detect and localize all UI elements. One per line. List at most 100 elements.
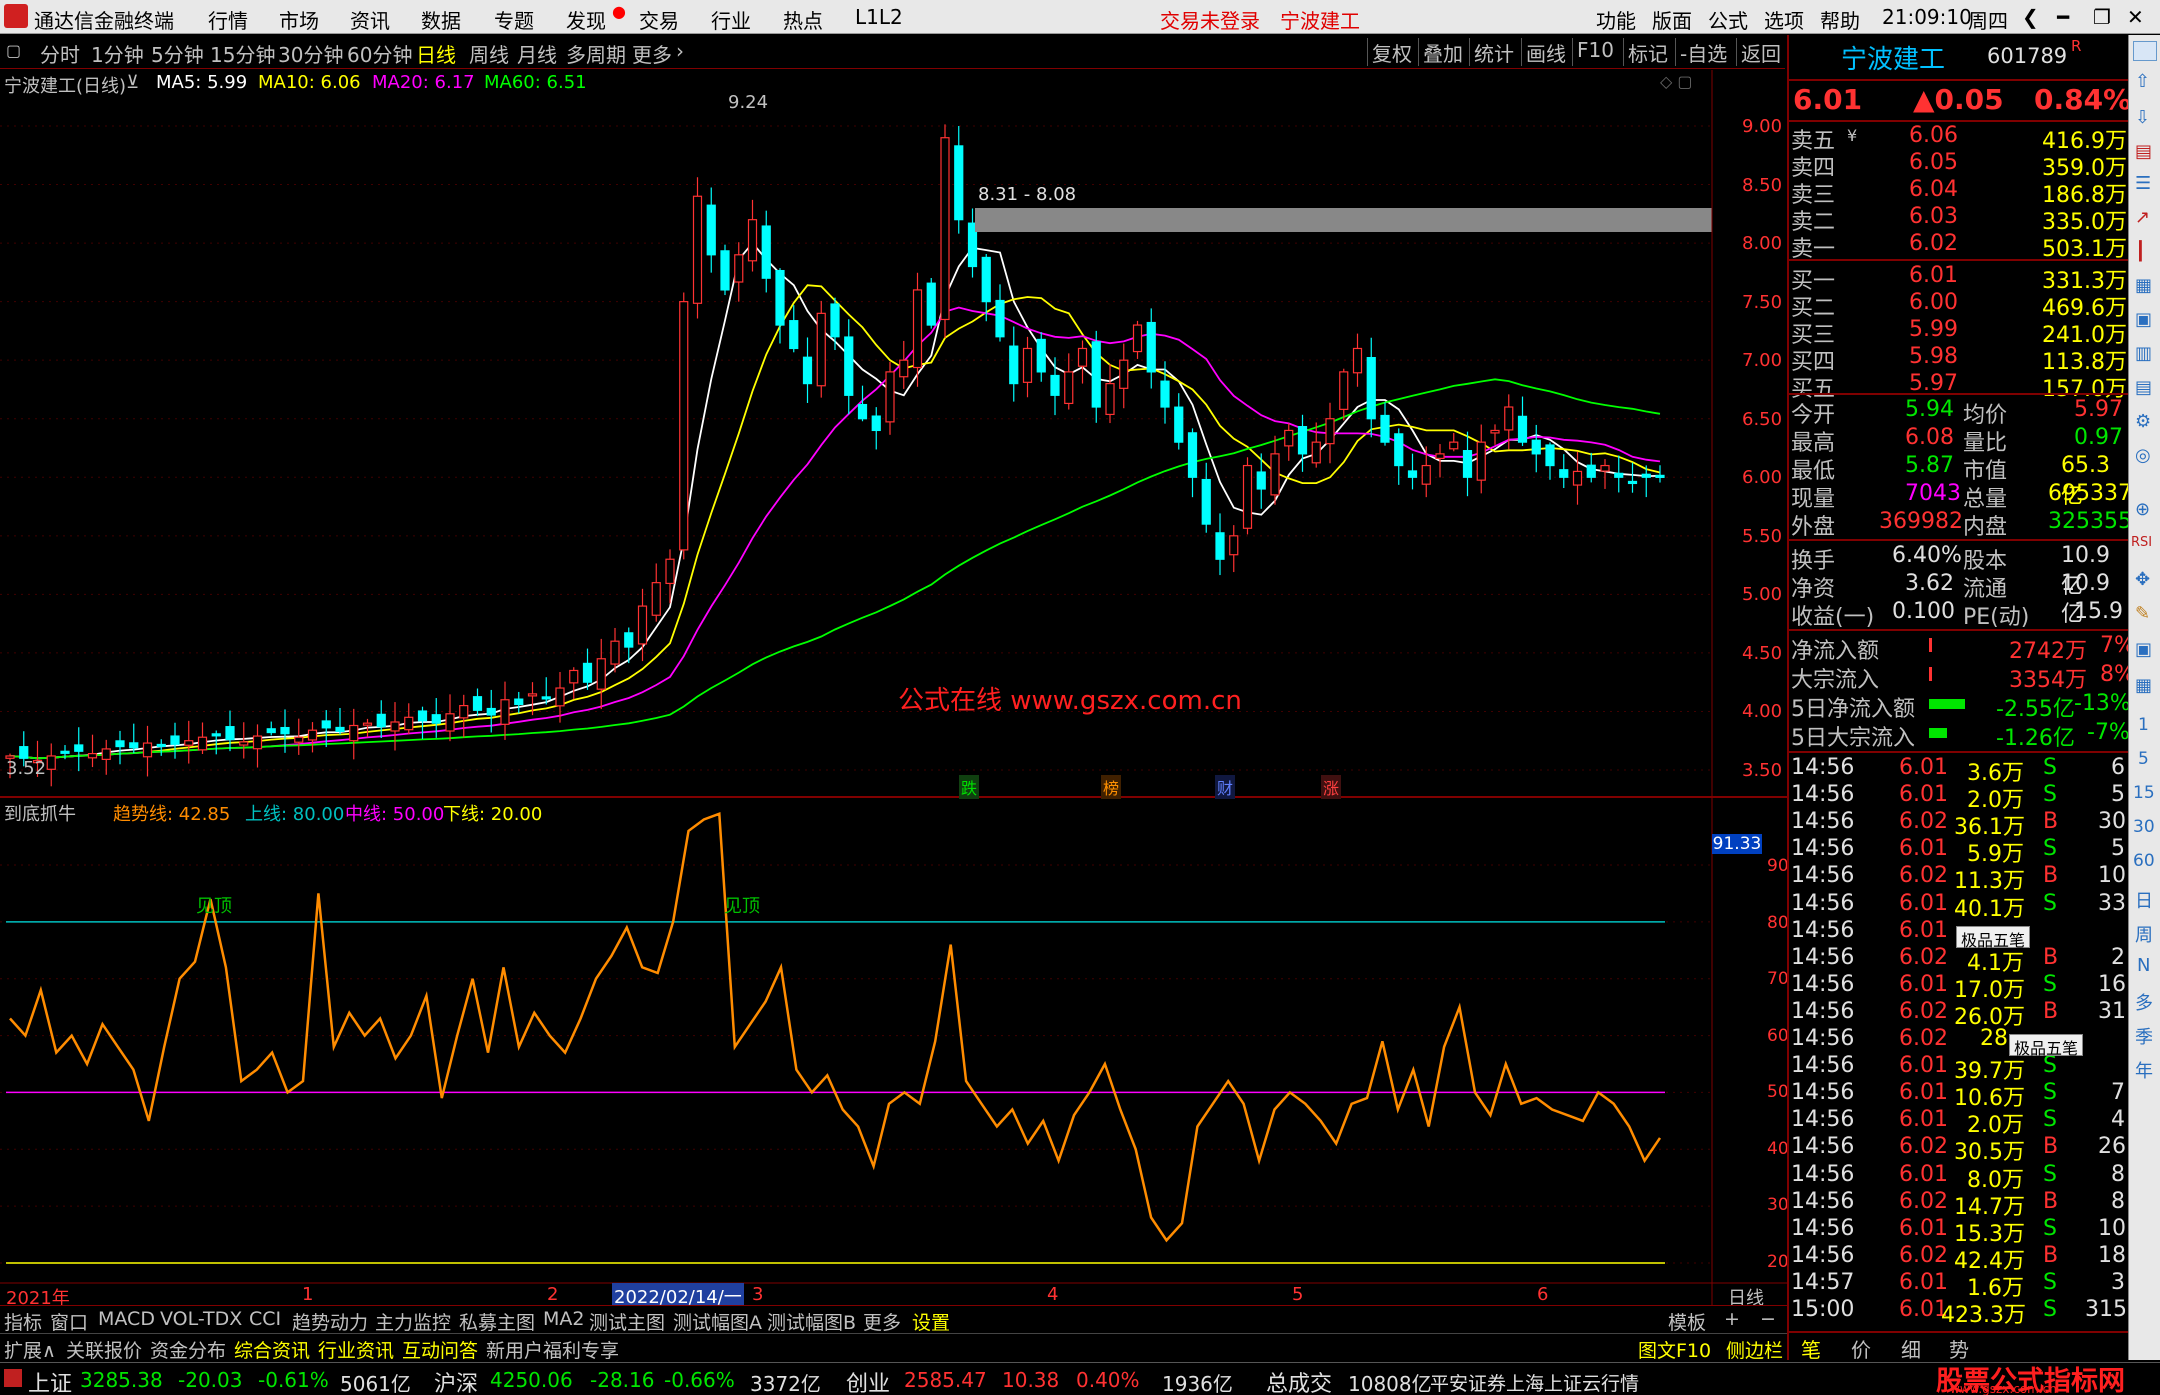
more-chevron-icon[interactable]: › bbox=[676, 39, 684, 63]
ask-row[interactable]: 卖三 6.04 186.8万 bbox=[1789, 177, 2129, 208]
bid-row[interactable]: 买一 6.01 331.3万 bbox=[1789, 263, 2129, 294]
tab-kuozhan[interactable]: 扩展∧ bbox=[4, 1336, 56, 1363]
ask-row[interactable]: 卖二 6.03 335.0万 bbox=[1789, 204, 2129, 235]
tab-zhulijiankong[interactable]: 主力监控 bbox=[375, 1308, 451, 1335]
side-grid-icon[interactable]: ▦ bbox=[2135, 675, 2152, 696]
tab-zonghezixun[interactable]: 综合资讯 bbox=[234, 1336, 310, 1363]
period-5min[interactable]: 5分钟 bbox=[151, 39, 204, 68]
template-button[interactable]: 模板 bbox=[1668, 1308, 1706, 1335]
side-rsi-icon[interactable]: RSI bbox=[2131, 535, 2152, 550]
side-1min[interactable]: 1 bbox=[2138, 715, 2149, 735]
side-news-icon[interactable]: ▥ bbox=[2135, 343, 2152, 364]
tab-hangyezixun[interactable]: 行业资讯 bbox=[318, 1336, 394, 1363]
side-kline-icon[interactable]: ┃ bbox=[2135, 241, 2146, 262]
period-multi[interactable]: 多周期 bbox=[566, 39, 626, 68]
menu-shichang[interactable]: 市场 bbox=[279, 5, 319, 34]
close-icon[interactable]: ✕ bbox=[2127, 5, 2144, 29]
tab-guanlianbaojia[interactable]: 关联报价 bbox=[66, 1336, 142, 1363]
menu-redian[interactable]: 热点 bbox=[783, 5, 823, 34]
btn-fanhui[interactable]: 返回 bbox=[1736, 38, 1785, 66]
side-settings-icon[interactable]: ⚙ bbox=[2135, 411, 2151, 432]
menu-zhuanti[interactable]: 专题 bbox=[494, 5, 534, 34]
period-1min[interactable]: 1分钟 bbox=[91, 39, 144, 68]
btn-zixuan[interactable]: -自选 bbox=[1675, 38, 1731, 66]
tab-ma2[interactable]: MA2 bbox=[543, 1308, 584, 1330]
menu-zixun[interactable]: 资讯 bbox=[350, 5, 390, 34]
btn-tongji[interactable]: 统计 bbox=[1469, 38, 1518, 66]
tab-gengduo[interactable]: 更多 bbox=[863, 1308, 901, 1335]
btn-fuquan[interactable]: 复权 bbox=[1367, 38, 1416, 66]
minimize-icon[interactable]: ━ bbox=[2057, 5, 2069, 29]
zoom-out-icon[interactable]: − bbox=[1760, 1308, 1776, 1330]
panel-toggle-icon[interactable]: ▢ bbox=[6, 41, 21, 60]
tab-jia[interactable]: 价 bbox=[1851, 1334, 1871, 1363]
side-year[interactable]: 年 bbox=[2135, 1057, 2153, 1083]
tab-hudongwenda[interactable]: 互动问答 bbox=[402, 1336, 478, 1363]
ime-status-bar-1[interactable]: 极品五笔 bbox=[1956, 926, 2031, 950]
side-week[interactable]: 周 bbox=[2135, 921, 2153, 947]
menu-faxian[interactable]: 发现 bbox=[566, 5, 606, 34]
tab-ceshifutu-a[interactable]: 测试幅图A bbox=[673, 1308, 762, 1335]
index-cy-name[interactable]: 创业 bbox=[846, 1366, 890, 1395]
btn-diejia[interactable]: 叠加 bbox=[1418, 38, 1467, 66]
restore-icon[interactable]: ❐ bbox=[2093, 5, 2111, 29]
menu-xuanxiang[interactable]: 选项 bbox=[1764, 5, 1804, 34]
menu-gongneng[interactable]: 功能 bbox=[1596, 5, 1636, 34]
ime-status-bar-2[interactable]: 极品五笔 bbox=[2009, 1034, 2084, 1058]
bid-row[interactable]: 买二 6.00 469.6万 bbox=[1789, 290, 2129, 321]
tab-bi[interactable]: 笔 bbox=[1801, 1334, 1821, 1363]
event-die[interactable]: 跌 bbox=[959, 775, 980, 799]
side-fs-icon[interactable]: ▣ bbox=[2135, 639, 2152, 660]
zoom-in-icon[interactable]: + bbox=[1724, 1308, 1740, 1330]
chart-expand-icon[interactable]: ◇ ▢ bbox=[1660, 72, 1693, 91]
period-60min[interactable]: 60分钟 bbox=[347, 39, 412, 68]
index-hs-name[interactable]: 沪深 bbox=[434, 1366, 478, 1395]
tab-zijinfenbu[interactable]: 资金分布 bbox=[150, 1336, 226, 1363]
tab-zhibiao[interactable]: 指标 bbox=[4, 1308, 42, 1335]
side-5min[interactable]: 5 bbox=[2138, 749, 2149, 769]
tab-xinyonghufuli[interactable]: 新用户福利专享 bbox=[486, 1336, 619, 1363]
chart-area[interactable] bbox=[0, 70, 1787, 1305]
menu-hangye[interactable]: 行业 bbox=[711, 5, 751, 34]
menu-banmian[interactable]: 版面 bbox=[1652, 5, 1692, 34]
event-zhang[interactable]: 涨 bbox=[1321, 775, 1342, 799]
side-down-icon[interactable]: ⇩ bbox=[2135, 107, 2150, 128]
bid-row[interactable]: 买四 5.98 113.8万 bbox=[1789, 344, 2129, 375]
period-more[interactable]: 更多 bbox=[632, 39, 672, 68]
event-cai[interactable]: 财 bbox=[1215, 775, 1236, 799]
tab-ceshizhutu[interactable]: 测试主图 bbox=[589, 1308, 665, 1335]
menu-gongshi[interactable]: 公式 bbox=[1708, 5, 1748, 34]
menu-hangqing[interactable]: 行情 bbox=[208, 5, 248, 34]
period-weekly[interactable]: 周线 bbox=[469, 39, 509, 68]
side-multi[interactable]: 多 bbox=[2135, 989, 2153, 1015]
period-15min[interactable]: 15分钟 bbox=[210, 39, 275, 68]
period-daily[interactable]: 日线 bbox=[416, 39, 456, 68]
tab-qushidongli[interactable]: 趋势动力 bbox=[292, 1308, 368, 1335]
side-day[interactable]: 日 bbox=[2135, 887, 2153, 913]
side-move-icon[interactable]: ✥ bbox=[2135, 569, 2150, 590]
ask-row[interactable]: 卖一 6.02 503.1万 bbox=[1789, 231, 2129, 262]
period-fenshi[interactable]: 分时 bbox=[40, 39, 80, 68]
menu-bangzhu[interactable]: 帮助 bbox=[1820, 5, 1860, 34]
tab-simuzhutu[interactable]: 私募主图 bbox=[459, 1308, 535, 1335]
menu-jiaoyi[interactable]: 交易 bbox=[639, 5, 679, 34]
side-n[interactable]: N bbox=[2137, 955, 2150, 976]
ask-row[interactable]: 卖五 ¥ 6.06 416.9万 bbox=[1789, 123, 2129, 154]
tab-ceshifutu-b[interactable]: 测试幅图B bbox=[767, 1308, 856, 1335]
sidebar-toggle-button[interactable]: 侧边栏 bbox=[1726, 1336, 1783, 1363]
side-f10-icon[interactable]: ▣ bbox=[2135, 309, 2152, 330]
btn-biaoji[interactable]: 标记 bbox=[1623, 38, 1672, 66]
tab-chuangkou[interactable]: 窗口 bbox=[50, 1308, 88, 1335]
period-30min[interactable]: 30分钟 bbox=[278, 39, 343, 68]
side-chart-icon[interactable]: ▤ bbox=[2135, 141, 2152, 162]
tab-xi[interactable]: 细 bbox=[1901, 1334, 1921, 1363]
period-monthly[interactable]: 月线 bbox=[517, 39, 557, 68]
menu-shuju[interactable]: 数据 bbox=[421, 5, 461, 34]
login-status[interactable]: 交易未登录 bbox=[1160, 5, 1260, 34]
index-sh-name[interactable]: 上证 bbox=[28, 1366, 72, 1395]
side-pen-icon[interactable]: ✎ bbox=[2135, 603, 2150, 624]
btn-huaxian[interactable]: 画线 bbox=[1521, 38, 1570, 66]
tab-shezhi[interactable]: 设置 bbox=[912, 1308, 950, 1335]
tab-macd[interactable]: MACD bbox=[98, 1308, 155, 1330]
side-15min[interactable]: 15 bbox=[2133, 783, 2155, 803]
